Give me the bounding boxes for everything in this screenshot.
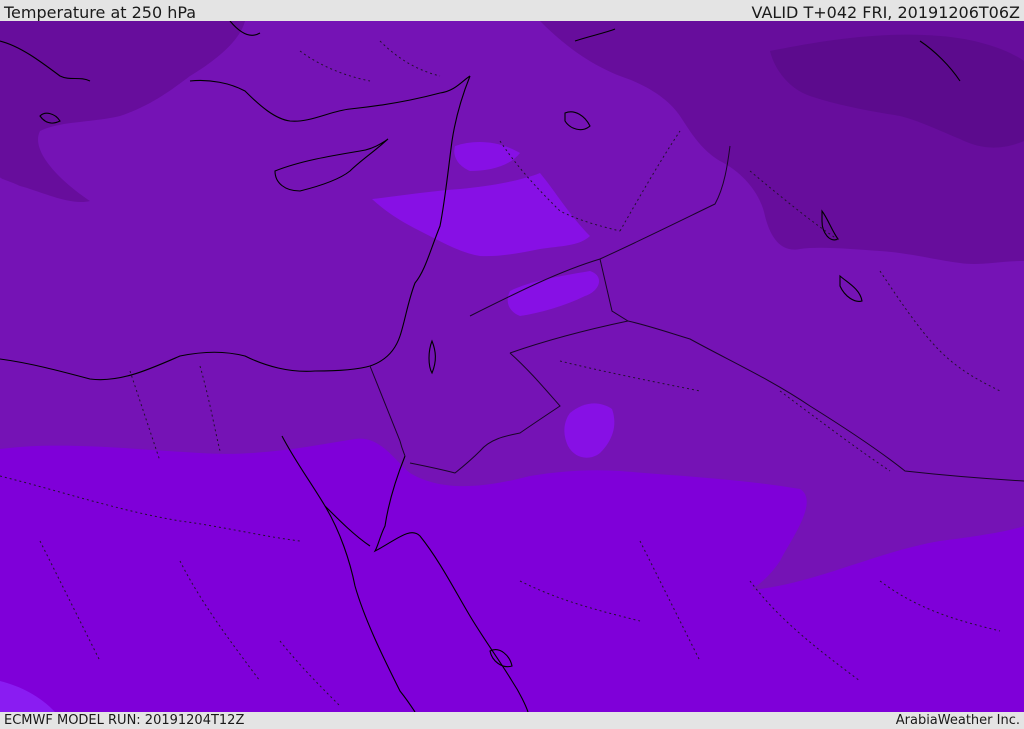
model-run: ECMWF MODEL RUN: 20191204T12Z — [4, 713, 245, 728]
footer-bar: ECMWF MODEL RUN: 20191204T12Z ArabiaWeat… — [0, 712, 1024, 729]
header-bar: Temperature at 250 hPa VALID T+042 FRI, … — [0, 0, 1024, 22]
temperature-map — [0, 21, 1024, 712]
valid-time: VALID T+042 FRI, 20191206T06Z — [751, 3, 1020, 22]
map-title: Temperature at 250 hPa — [4, 3, 197, 22]
credit: ArabiaWeather Inc. — [895, 713, 1020, 728]
